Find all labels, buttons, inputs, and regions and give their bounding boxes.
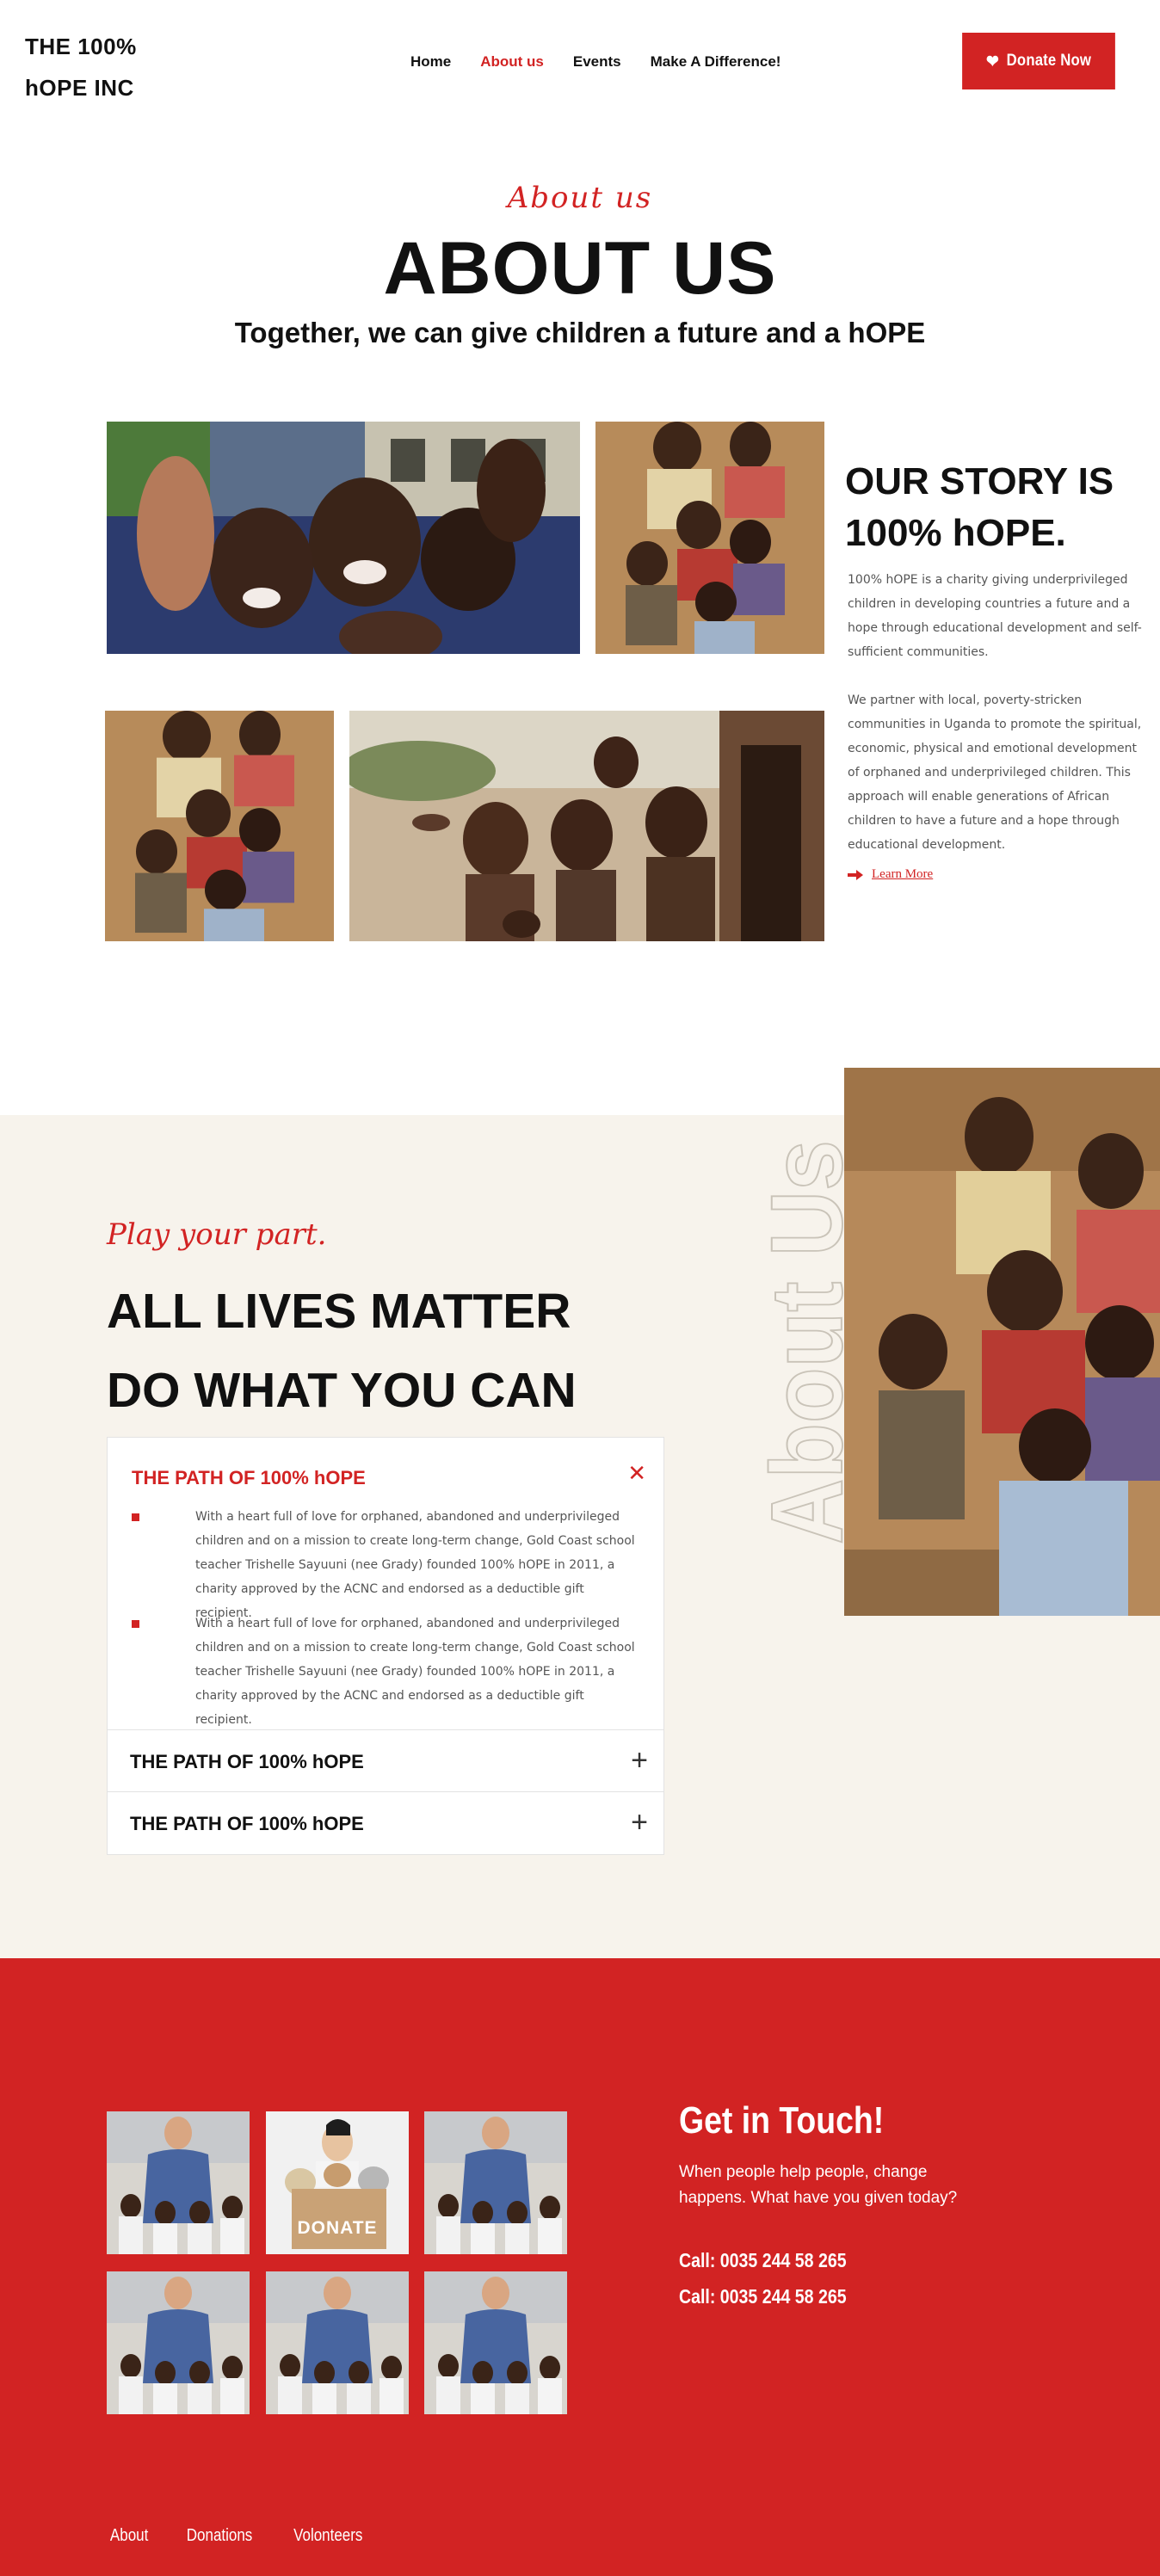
about-us-watermark: About Us — [757, 1139, 852, 1545]
plus-icon[interactable]: + — [631, 1744, 648, 1778]
watermark-text: About Us — [757, 1140, 852, 1544]
footer-link-volunteers[interactable]: Volonteers — [293, 2526, 362, 2546]
square-bullet-icon — [132, 1513, 139, 1521]
accordion-item: With a heart full of love for orphaned, … — [132, 1612, 639, 1732]
story-title-line1: OUR STORY IS — [845, 460, 1114, 502]
accordion-item-text: With a heart full of love for orphaned, … — [195, 1510, 635, 1620]
nav-events[interactable]: Events — [573, 53, 621, 71]
story-paragraph-1: 100% hOPE is a charity giving underprivi… — [848, 573, 1142, 659]
gallery-thumb-volunteer[interactable] — [424, 2271, 567, 2414]
learn-more-label: Learn More — [872, 867, 934, 881]
hero-subtitle: Together, we can give children a future … — [234, 317, 926, 348]
photo-children-wall — [595, 422, 824, 654]
heart-icon: ❤ — [985, 52, 999, 71]
path-accordion: THE PATH OF 100% hOPE ✕ With a heart ful… — [107, 1437, 664, 1855]
plus-icon[interactable]: + — [631, 1806, 648, 1840]
nav-home[interactable]: Home — [410, 53, 451, 71]
accordion-item: With a heart full of love for orphaned, … — [132, 1505, 639, 1625]
phone-number-2[interactable]: Call: 0035 244 58 265 — [679, 2285, 847, 2308]
accordion-panel-collapsed[interactable]: THE PATH OF 100% hOPE + — [108, 1730, 663, 1792]
accordion-collapsed-title: THE PATH OF 100% hOPE — [130, 1751, 364, 1772]
nav-make-a-difference[interactable]: Make A Difference! — [651, 53, 781, 71]
arrow-right-icon — [848, 869, 863, 880]
story-title: OUR STORY IS 100% hOPE. — [845, 456, 1138, 559]
contact-title: Get in Touch! — [679, 2099, 885, 2142]
donate-box-label: DONATE — [297, 2218, 378, 2238]
donate-now-button[interactable]: ❤ Donate Now — [962, 33, 1115, 89]
accordion-open-title[interactable]: THE PATH OF 100% hOPE — [132, 1467, 366, 1489]
accordion-panel-open: THE PATH OF 100% hOPE ✕ With a heart ful… — [108, 1438, 663, 1730]
donate-label: Donate Now — [1006, 52, 1092, 70]
lives-title: ALL LIVES MATTER DO WHAT YOU CAN — [107, 1272, 577, 1430]
story-paragraph-2: We partner with local, poverty-stricken … — [848, 693, 1142, 852]
footer-nav: About Donations Volonteers — [107, 2526, 369, 2546]
logo-line1: THE 100% — [25, 34, 137, 59]
photo-children-waving — [107, 422, 580, 654]
contact-section — [0, 1958, 1160, 2576]
square-bullet-icon — [132, 1620, 139, 1628]
story-title-line2: 100% hOPE. — [845, 512, 1066, 554]
close-icon[interactable]: ✕ — [627, 1460, 646, 1487]
gallery-thumb-volunteer[interactable] — [266, 2271, 409, 2414]
photo-children-wall-2 — [105, 711, 334, 941]
play-script: Play your part. — [107, 1217, 327, 1252]
footer-link-donations[interactable]: Donations — [187, 2526, 253, 2546]
gallery-thumb-volunteer[interactable] — [107, 2271, 250, 2414]
nav-about-us[interactable]: About us — [480, 53, 544, 71]
accordion-panel-collapsed[interactable]: THE PATH OF 100% hOPE + — [108, 1792, 663, 1854]
learn-more-link[interactable]: Learn More — [848, 867, 933, 882]
phone-number-1[interactable]: Call: 0035 244 58 265 — [679, 2249, 847, 2272]
logo-line2: hOPE INC — [25, 75, 134, 101]
accordion-item-text: With a heart full of love for orphaned, … — [195, 1617, 635, 1727]
main-nav: Home About us Events Make A Difference! — [410, 53, 781, 71]
lives-title-line2: DO WHAT YOU CAN — [107, 1363, 577, 1418]
gallery-thumb-volunteer[interactable] — [424, 2111, 567, 2254]
site-logo[interactable]: THE 100% hOPE INC — [25, 26, 163, 108]
site-header: THE 100% hOPE INC Home About us Events M… — [0, 0, 1160, 129]
photo-village-children — [349, 711, 824, 941]
accordion-collapsed-title: THE PATH OF 100% hOPE — [130, 1813, 364, 1834]
gallery-thumb-volunteer[interactable] — [107, 2111, 250, 2254]
footer-link-about[interactable]: About — [110, 2526, 148, 2546]
photo-children-group-large — [844, 1068, 1160, 1616]
lives-title-line1: ALL LIVES MATTER — [107, 1284, 571, 1339]
hero-script: About us — [507, 181, 653, 215]
page-title: ABOUT US — [383, 227, 777, 310]
contact-text: When people help people, change happens.… — [679, 2163, 958, 2207]
